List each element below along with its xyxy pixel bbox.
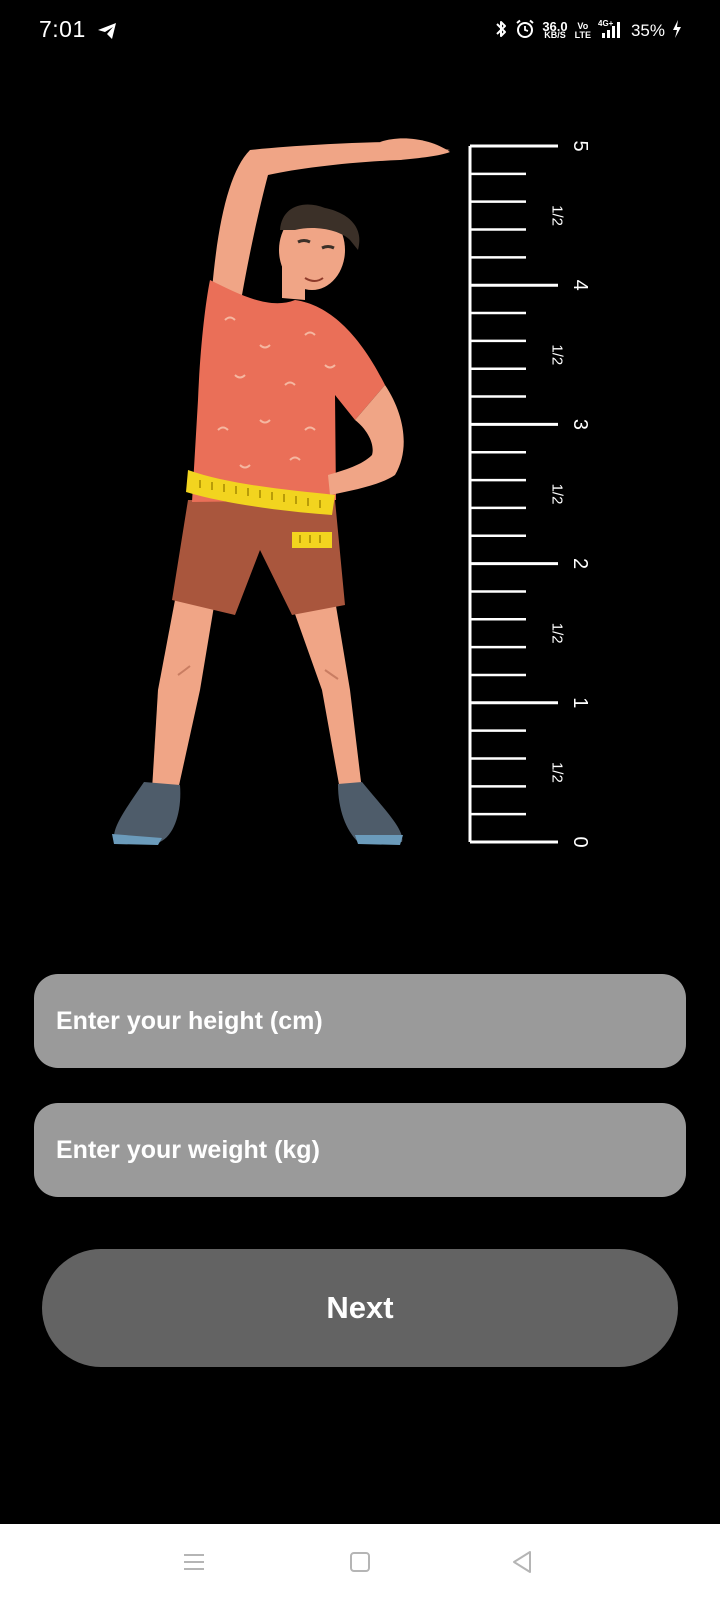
back-icon[interactable] (502, 1542, 542, 1582)
telegram-icon (96, 20, 118, 42)
status-time: 7:01 (39, 16, 86, 42)
ruler-illustration: 5 1/2 4 1/2 3 1/2 2 1/2 1 1/2 0 (468, 140, 591, 848)
ruler-label: 1/2 (549, 762, 566, 783)
status-bar: 7:01 36.0 KB/S Vo LTE 4G+ 35% (0, 0, 720, 62)
alarm-icon (515, 19, 535, 44)
menu-icon[interactable] (174, 1542, 214, 1582)
bluetooth-icon (494, 19, 508, 44)
signal-icon: 4G+ (598, 19, 624, 44)
weight-input[interactable] (54, 1134, 686, 1166)
network-speed-unit: KB/S (544, 30, 566, 40)
network-type-label: 4G+ (598, 19, 614, 28)
status-icons: 36.0 KB/S Vo LTE 4G+ 35% (494, 17, 682, 45)
ruler-label: 1/2 (549, 344, 566, 365)
network-speed: 36.0 KB/S (542, 20, 567, 40)
height-input[interactable] (54, 1005, 686, 1037)
home-icon[interactable] (340, 1542, 380, 1582)
ruler-label: 2 (569, 558, 591, 569)
charging-icon (672, 19, 682, 44)
navigation-bar (0, 1524, 720, 1600)
weight-field-container (34, 1103, 686, 1197)
ruler-label: 1/2 (549, 484, 566, 505)
volte-bottom: LTE (574, 30, 591, 40)
height-field-container (34, 974, 686, 1068)
hero-illustration: 5 1/2 4 1/2 3 1/2 2 1/2 1 1/2 0 (100, 130, 620, 870)
next-button[interactable]: Next (42, 1249, 678, 1367)
ruler-label: 0 (569, 836, 591, 847)
battery-percent: 35% (630, 21, 665, 40)
man-stretching-illustration (112, 138, 450, 845)
ruler-label: 4 (569, 280, 591, 291)
ruler-label: 1/2 (549, 205, 566, 226)
ruler-label: 1/2 (549, 623, 566, 644)
volte-indicator: Vo LTE (575, 22, 591, 40)
ruler-label: 3 (569, 419, 591, 430)
ruler-label: 5 (569, 140, 591, 151)
ruler-label: 1 (569, 697, 591, 708)
